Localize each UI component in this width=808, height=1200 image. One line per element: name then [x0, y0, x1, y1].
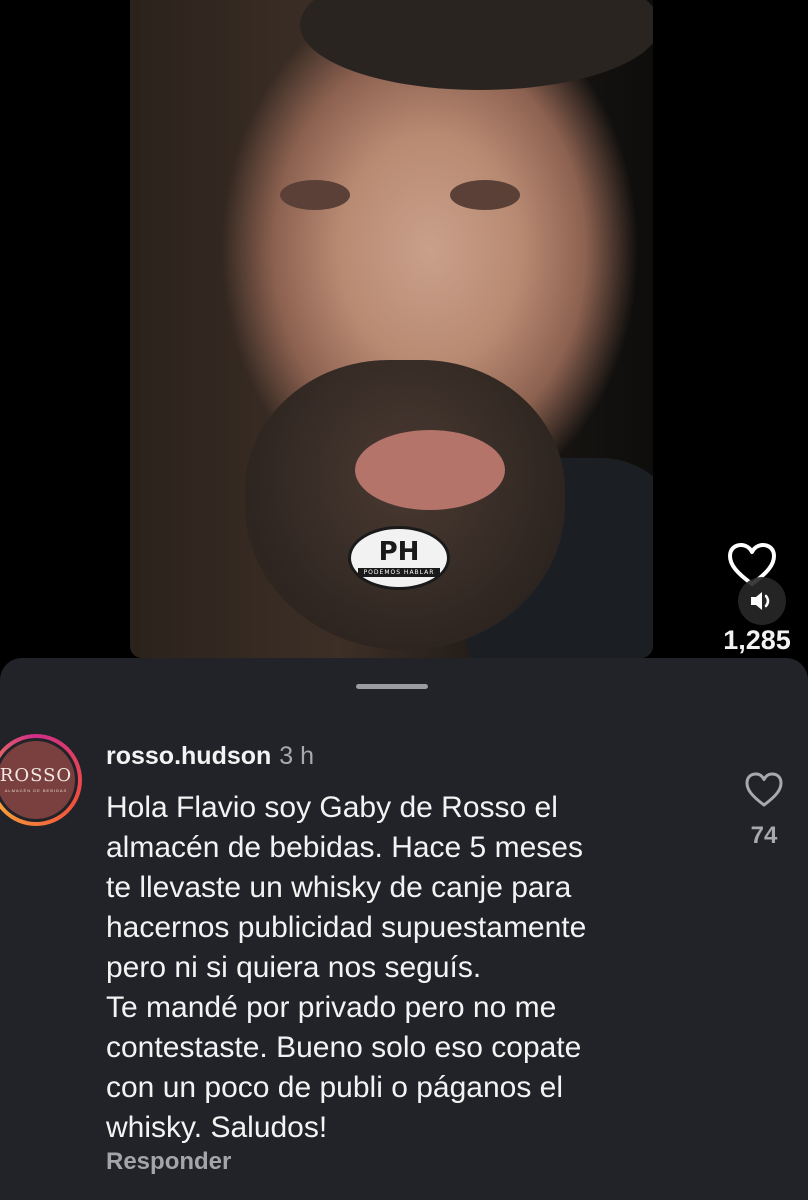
speaker-icon	[751, 592, 770, 610]
video-person-hair	[300, 0, 653, 90]
video-like-count: 1,285	[723, 625, 791, 655]
reply-button[interactable]: Responder	[106, 1148, 231, 1176]
avatar-logo-text: ROSSO	[0, 765, 73, 786]
comment-header: rosso.hudson 3 h	[106, 740, 314, 772]
comments-sheet: ROSSO ALMACÉN DE BEBIDAS rosso.hudson 3 h…	[0, 658, 808, 1200]
channel-logo-sub: PODEMOS HABLAR	[357, 568, 441, 577]
avatar-story-ring[interactable]: ROSSO ALMACÉN DE BEBIDAS	[0, 734, 82, 826]
video-person-eye-right	[450, 180, 520, 210]
video-person-eye-left	[280, 180, 350, 210]
heart-outline-icon	[745, 772, 783, 807]
avatar-logo-subtext: ALMACÉN DE BEBIDAS	[4, 788, 68, 793]
channel-watermark-logo: PH PODEMOS HABLAR	[348, 526, 450, 590]
video-player[interactable]: PH PODEMOS HABLAR	[130, 0, 653, 658]
comment-text: Hola Flavio soy Gaby de Rosso el almacén…	[106, 791, 587, 1144]
video-area: PH PODEMOS HABLAR 1,285	[0, 0, 808, 700]
video-person-mouth	[355, 430, 505, 510]
sound-toggle-button[interactable]	[738, 577, 786, 625]
comment-like-button[interactable]	[744, 772, 784, 808]
comment-like-count: 74	[750, 822, 778, 849]
comment-username[interactable]: rosso.hudson	[106, 742, 271, 770]
comment-timestamp: 3 h	[279, 742, 315, 770]
channel-logo-main: PH	[378, 537, 420, 567]
sheet-drag-handle[interactable]	[356, 684, 428, 689]
avatar: ROSSO ALMACÉN DE BEBIDAS	[0, 741, 75, 819]
